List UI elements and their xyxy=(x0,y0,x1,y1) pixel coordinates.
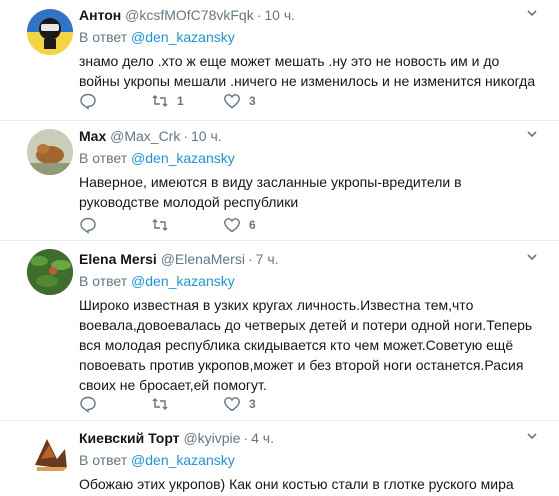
retweet-icon xyxy=(152,95,168,107)
reply-context: В ответ @den_kazansky xyxy=(79,28,539,46)
retweet-icon xyxy=(152,219,168,231)
tweet-header: Киевский Торт @kyivpie · 4 ч. xyxy=(79,429,539,447)
tweet-text: Обожаю этих укропов) Как они костью стал… xyxy=(79,476,514,492)
timestamp[interactable]: 10 ч. xyxy=(264,7,295,23)
timestamp[interactable]: 4 ч. xyxy=(251,430,274,446)
reply-mention[interactable]: @den_kazansky xyxy=(131,29,235,45)
separator-dot: · xyxy=(256,7,262,23)
timestamp[interactable]: 7 ч. xyxy=(256,251,279,267)
reply-icon xyxy=(80,396,96,413)
like-count: 3 xyxy=(249,397,256,411)
reply-context: В ответ @den_kazansky xyxy=(79,451,539,469)
avatar[interactable] xyxy=(27,129,73,175)
chevron-down-icon[interactable] xyxy=(525,6,539,20)
avatar[interactable] xyxy=(27,249,73,295)
reply-prefix: В ответ xyxy=(79,273,128,289)
display-name[interactable]: Киевский Торт xyxy=(79,430,180,446)
tweet-text: Наверное, имеются в виду засланные укроп… xyxy=(79,174,462,210)
retweet-count: 1 xyxy=(177,94,184,108)
user-handle[interactable]: @kyivpie xyxy=(183,430,240,446)
tweet-feed: Антон @kcsfMOfC78vkFqk · 10 ч. В ответ @de… xyxy=(0,0,559,496)
reply-icon xyxy=(80,93,96,110)
tweet-header: Антон @kcsfMOfC78vkFqk · 10 ч. xyxy=(79,6,539,24)
chevron-down-icon[interactable] xyxy=(525,250,539,264)
reply-button[interactable] xyxy=(79,92,151,110)
like-count: 3 xyxy=(249,94,256,108)
retweet-button[interactable] xyxy=(151,395,223,413)
retweet-button[interactable] xyxy=(151,216,223,234)
retweet-icon xyxy=(152,398,168,410)
separator-dot: · xyxy=(247,251,253,267)
reply-context: В ответ @den_kazansky xyxy=(79,272,539,290)
tweet-text: знамо дело .хто ж еще может мешать .ну э… xyxy=(79,53,536,89)
reply-button[interactable] xyxy=(79,395,151,413)
chevron-down-icon[interactable] xyxy=(525,429,539,443)
tweet-actions: 6 xyxy=(79,216,295,234)
reply-context: В ответ @den_kazansky xyxy=(79,149,539,167)
tweet[interactable]: Антон @kcsfMOfC78vkFqk · 10 ч. В ответ @de… xyxy=(0,0,559,121)
like-button[interactable]: 3 xyxy=(223,395,295,413)
tweet-text: Широко известная в узких кругах личность… xyxy=(79,297,533,393)
separator-dot: · xyxy=(183,128,189,144)
retweet-button[interactable]: 1 xyxy=(151,92,223,110)
like-count: 6 xyxy=(249,218,256,232)
reply-mention[interactable]: @den_kazansky xyxy=(131,150,235,166)
reply-prefix: В ответ xyxy=(79,29,128,45)
reply-button[interactable] xyxy=(79,216,151,234)
tweet[interactable]: Киевский Торт @kyivpie · 4 ч. В ответ @den… xyxy=(0,421,559,496)
chevron-down-icon[interactable] xyxy=(525,127,539,141)
display-name[interactable]: Антон xyxy=(79,7,121,23)
display-name[interactable]: Elena Mersi xyxy=(79,251,157,267)
heart-icon xyxy=(224,218,240,233)
user-handle[interactable]: @ElenaMersi xyxy=(161,251,245,267)
reply-prefix: В ответ xyxy=(79,150,128,166)
like-button[interactable]: 3 xyxy=(223,92,295,110)
reply-icon xyxy=(80,217,96,234)
avatar[interactable] xyxy=(27,429,73,475)
user-handle[interactable]: @kcsfMOfC78vkFqk xyxy=(125,7,254,23)
tweet[interactable]: Max @Max_Crk · 10 ч. В ответ @den_kazansky… xyxy=(0,121,559,241)
tweet[interactable]: Elena Mersi @ElenaMersi · 7 ч. В ответ @de… xyxy=(0,241,559,421)
reply-mention[interactable]: @den_kazansky xyxy=(131,273,235,289)
user-handle[interactable]: @Max_Crk xyxy=(110,128,180,144)
heart-icon xyxy=(224,94,240,109)
timestamp[interactable]: 10 ч. xyxy=(191,128,222,144)
tweet-header: Max @Max_Crk · 10 ч. xyxy=(79,127,539,145)
display-name[interactable]: Max xyxy=(79,128,106,144)
tweet-header: Elena Mersi @ElenaMersi · 7 ч. xyxy=(79,250,539,268)
like-button[interactable]: 6 xyxy=(223,216,295,234)
tweet-actions: 3 xyxy=(79,395,295,413)
heart-icon xyxy=(224,397,240,412)
avatar[interactable] xyxy=(27,9,73,55)
tweet-actions: 1 3 xyxy=(79,92,295,110)
separator-dot: · xyxy=(243,430,249,446)
reply-mention[interactable]: @den_kazansky xyxy=(131,452,235,468)
reply-prefix: В ответ xyxy=(79,452,128,468)
